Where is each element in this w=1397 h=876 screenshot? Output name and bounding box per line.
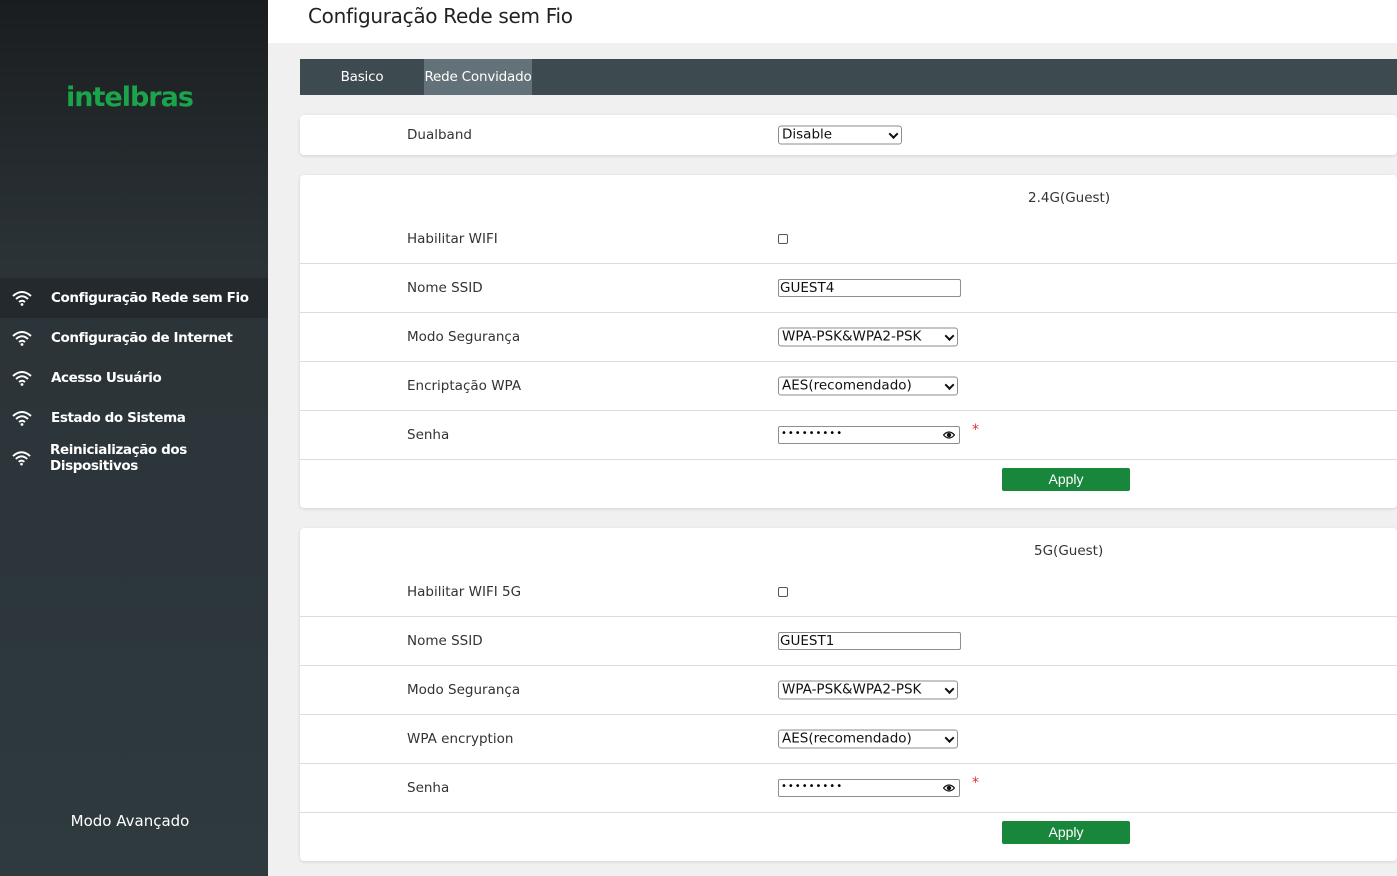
- enable-wifi-control: [778, 234, 788, 244]
- password-control: ••••••••• *: [778, 422, 979, 444]
- field-label: Senha: [407, 427, 450, 443]
- apply-button[interactable]: Apply: [1002, 468, 1130, 491]
- sidebar: intelbras Configuração Rede sem Fio Conf…: [0, 0, 268, 876]
- encryption-value: AES(recomendado): [782, 730, 912, 747]
- enable-wifi-row: Habilitar WIFI 5G: [300, 568, 1397, 617]
- tab-guest-network[interactable]: Rede Convidado: [424, 59, 532, 95]
- ssid-input[interactable]: GUEST1: [778, 632, 961, 650]
- password-row: Senha ••••••••• *: [300, 411, 1397, 460]
- sidebar-item-label: Reinicialização dos Dispositivos: [50, 442, 187, 474]
- dualband-row: Dualband Disable: [300, 115, 1397, 155]
- advanced-mode-link[interactable]: Modo Avançado: [0, 812, 260, 830]
- password-mask: •••••••••: [781, 781, 844, 792]
- wifi-icon: [12, 451, 31, 466]
- required-mark: *: [972, 775, 979, 791]
- chevron-down-icon: [888, 129, 899, 139]
- dualband-card: Dualband Disable: [300, 115, 1397, 155]
- dualband-label: Dualband: [407, 127, 472, 143]
- security-row: Modo Segurança WPA-PSK&WPA2-PSK: [300, 666, 1397, 715]
- wifi-icon: [12, 411, 32, 426]
- wifi-icon: [12, 331, 32, 346]
- encryption-control: AES(recomendado): [778, 376, 958, 396]
- section-title: 2.4G(Guest): [1028, 190, 1111, 206]
- tab-bar: Basico Rede Convidado: [300, 59, 1397, 95]
- sidebar-item-wireless[interactable]: Configuração Rede sem Fio: [0, 278, 268, 318]
- sidebar-item-user-access[interactable]: Acesso Usuário: [0, 358, 268, 398]
- sidebar-item-label: Estado do Sistema: [51, 410, 186, 426]
- apply-button[interactable]: Apply: [1002, 821, 1130, 844]
- field-label: WPA encryption: [407, 731, 514, 747]
- required-mark: *: [972, 422, 979, 438]
- chevron-down-icon: [944, 331, 955, 341]
- encryption-row: Encriptação WPA AES(recomendado): [300, 362, 1397, 411]
- sidebar-item-internet[interactable]: Configuração de Internet: [0, 318, 268, 358]
- section-title: 5G(Guest): [1034, 543, 1104, 559]
- encryption-control: AES(recomendado): [778, 729, 958, 749]
- eye-icon[interactable]: [943, 430, 955, 440]
- enable-wifi-control: [778, 587, 788, 597]
- dualband-select[interactable]: Disable: [778, 125, 902, 145]
- wifi-icon: [12, 291, 32, 306]
- security-control: WPA-PSK&WPA2-PSK: [778, 327, 958, 347]
- field-label: Modo Segurança: [407, 329, 521, 345]
- chevron-down-icon: [944, 380, 955, 390]
- sidebar-item-reboot[interactable]: Reinicialização dos Dispositivos: [0, 438, 268, 478]
- chevron-down-icon: [944, 733, 955, 743]
- field-label: Senha: [407, 780, 450, 796]
- tab-basic[interactable]: Basico: [300, 59, 424, 95]
- field-label: Encriptação WPA: [407, 378, 522, 394]
- enable-wifi-row: Habilitar WIFI: [300, 215, 1397, 264]
- sidebar-item-label: Acesso Usuário: [51, 370, 162, 386]
- chevron-down-icon: [944, 684, 955, 694]
- dualband-control: Disable: [778, 125, 902, 145]
- security-mode-select[interactable]: WPA-PSK&WPA2-PSK: [778, 327, 958, 347]
- enable-wifi-checkbox[interactable]: [778, 234, 788, 244]
- header: Configuração Rede sem Fio: [268, 0, 1397, 43]
- password-mask: •••••••••: [781, 428, 844, 439]
- field-label: Nome SSID: [407, 280, 483, 296]
- field-label: Habilitar WIFI: [407, 231, 498, 247]
- sidebar-item-label: Configuração de Internet: [51, 330, 233, 346]
- encryption-row: WPA encryption AES(recomendado): [300, 715, 1397, 764]
- intelbras-logo: intelbras: [66, 82, 194, 113]
- enable-wifi-5g-checkbox[interactable]: [778, 587, 788, 597]
- security-control: WPA-PSK&WPA2-PSK: [778, 680, 958, 700]
- sidebar-item-system-status[interactable]: Estado do Sistema: [0, 398, 268, 438]
- password-input[interactable]: •••••••••: [778, 779, 960, 797]
- ssid-input[interactable]: GUEST4: [778, 279, 961, 297]
- field-label: Habilitar WIFI 5G: [407, 584, 522, 600]
- encryption-select[interactable]: AES(recomendado): [778, 729, 958, 749]
- ssid-row: Nome SSID GUEST1: [300, 617, 1397, 666]
- eye-icon[interactable]: [943, 783, 955, 793]
- password-input[interactable]: •••••••••: [778, 426, 960, 444]
- page-title: Configuração Rede sem Fio: [308, 4, 573, 28]
- field-label: Nome SSID: [407, 633, 483, 649]
- sidebar-nav: Configuração Rede sem Fio Configuração d…: [0, 278, 268, 478]
- guest-24g-card: 2.4G(Guest) Habilitar WIFI Nome SSID GUE…: [300, 175, 1397, 508]
- security-row: Modo Segurança WPA-PSK&WPA2-PSK: [300, 313, 1397, 362]
- ssid-control: GUEST1: [778, 632, 961, 650]
- password-row: Senha ••••••••• *: [300, 764, 1397, 813]
- dualband-value: Disable: [782, 126, 833, 143]
- ssid-control: GUEST4: [778, 279, 961, 297]
- security-mode-value: WPA-PSK&WPA2-PSK: [782, 328, 922, 345]
- guest-5g-card: 5G(Guest) Habilitar WIFI 5G Nome SSID GU…: [300, 528, 1397, 861]
- sidebar-item-label: Configuração Rede sem Fio: [51, 290, 249, 306]
- encryption-value: AES(recomendado): [782, 377, 912, 394]
- wifi-icon: [12, 371, 32, 386]
- security-mode-value: WPA-PSK&WPA2-PSK: [782, 681, 922, 698]
- password-control: ••••••••• *: [778, 775, 979, 797]
- field-label: Modo Segurança: [407, 682, 521, 698]
- security-mode-select[interactable]: WPA-PSK&WPA2-PSK: [778, 680, 958, 700]
- ssid-row: Nome SSID GUEST4: [300, 264, 1397, 313]
- encryption-select[interactable]: AES(recomendado): [778, 376, 958, 396]
